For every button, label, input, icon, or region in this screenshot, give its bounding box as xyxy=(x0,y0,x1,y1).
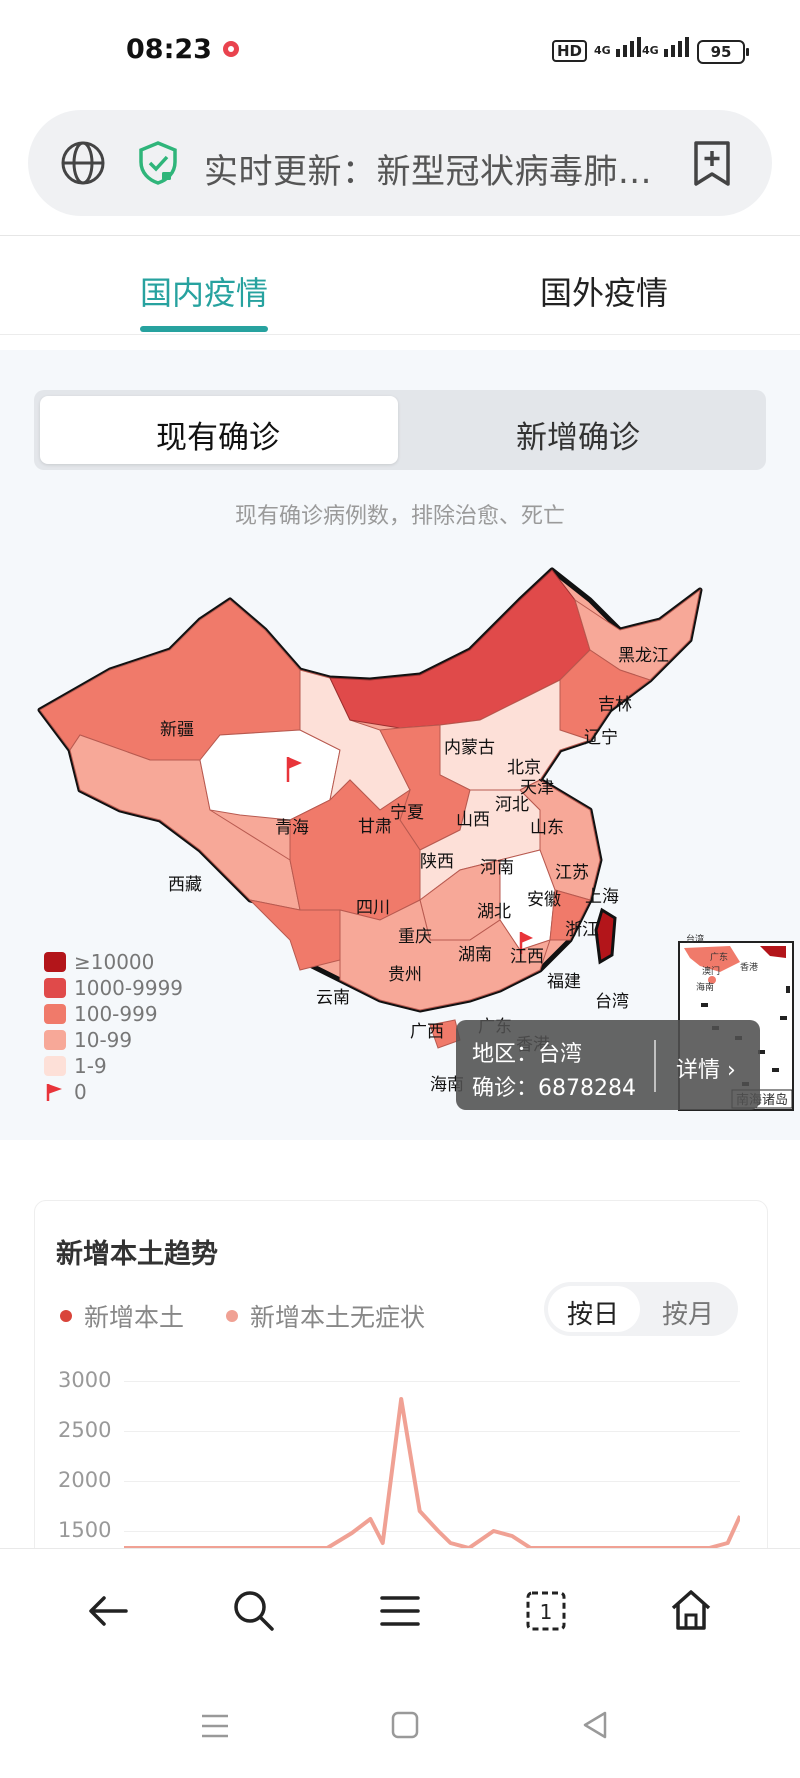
search-icon[interactable] xyxy=(232,1589,276,1633)
label-shanghai: 上海 xyxy=(585,887,619,907)
menu-icon[interactable] xyxy=(378,1593,422,1629)
label-heilongjiang: 黑龙江 xyxy=(618,646,669,666)
label-henan: 河南 xyxy=(480,858,514,878)
legend-item[interactable]: 1-9 xyxy=(44,1054,107,1078)
label-zhejiang: 浙江 xyxy=(565,920,599,940)
url-text[interactable]: 实时更新：新型冠状病毒肺... xyxy=(204,144,652,193)
globe-icon[interactable] xyxy=(60,140,106,186)
tooltip-region: 地区：台湾 xyxy=(472,1042,583,1067)
legend-item[interactable]: 10-99 xyxy=(44,1028,132,1052)
flag-icon xyxy=(46,1084,62,1101)
bookmark-add-icon[interactable] xyxy=(692,140,732,188)
toggle-by-month[interactable]: 按月 xyxy=(662,1294,714,1331)
tabs-count-icon[interactable]: 1 xyxy=(524,1589,568,1633)
label-beijing: 北京 xyxy=(507,758,541,778)
label-jilin: 吉林 xyxy=(598,695,632,715)
legend-local-new[interactable]: 新增本土 xyxy=(60,1298,184,1334)
toggle-by-day[interactable]: 按日 xyxy=(567,1294,619,1331)
y-tick-label: 3000 xyxy=(58,1368,112,1392)
home-icon[interactable] xyxy=(668,1587,714,1633)
recent-apps-icon[interactable] xyxy=(200,1712,230,1740)
signal-strength-icon: 4G xyxy=(594,37,641,57)
label-shanxi: 山西 xyxy=(456,810,490,830)
svg-text:台湾: 台湾 xyxy=(686,933,704,945)
svg-text:广东: 广东 xyxy=(710,951,728,963)
legend-item[interactable]: ≥10000 xyxy=(44,950,154,974)
trend-title: 新增本土趋势 xyxy=(56,1239,218,1270)
label-shandong: 山东 xyxy=(530,818,564,838)
legend-item[interactable]: 0 xyxy=(44,1080,87,1104)
tabs-divider xyxy=(0,334,800,335)
hd-voice-icon: HD xyxy=(552,40,588,62)
browser-toolbar: 1 xyxy=(0,1548,800,1673)
address-bar[interactable]: 实时更新：新型冠状病毒肺... xyxy=(28,110,772,216)
active-tab-indicator xyxy=(140,326,268,332)
label-anhui: 安徽 xyxy=(527,890,561,910)
screen-record-icon xyxy=(223,41,239,57)
header-divider xyxy=(0,235,800,236)
tooltip-separator xyxy=(654,1040,656,1092)
home-nav-icon[interactable] xyxy=(390,1710,420,1740)
label-hubei: 湖北 xyxy=(477,902,511,922)
svg-text:澳门: 澳门 xyxy=(702,965,720,977)
status-time: 08:23 xyxy=(126,34,212,65)
label-xinjiang: 新疆 xyxy=(160,720,194,740)
svg-text:1: 1 xyxy=(540,1600,553,1624)
signal-strength-2-icon: 4G xyxy=(642,37,689,57)
battery-icon: 95 xyxy=(697,40,749,64)
label-guizhou: 贵州 xyxy=(388,965,422,985)
status-bar: 08:23 HD 4G 4G 95 xyxy=(0,0,800,100)
legend-item[interactable]: 1000-9999 xyxy=(44,976,183,1000)
legend-local-asymptomatic[interactable]: 新增本土无症状 xyxy=(226,1298,425,1334)
system-nav-bar xyxy=(0,1672,800,1778)
back-nav-icon[interactable] xyxy=(580,1710,610,1740)
back-arrow-icon[interactable] xyxy=(86,1593,130,1629)
segment-new-confirmed[interactable]: 新增确诊 xyxy=(516,412,640,457)
label-shaanxi: 陕西 xyxy=(420,852,454,872)
tooltip-details-link[interactable]: 详情 › xyxy=(676,1052,736,1084)
label-neimenggu: 内蒙古 xyxy=(444,738,495,758)
label-sichuan: 四川 xyxy=(356,898,390,918)
label-jiangxi: 江西 xyxy=(510,947,544,967)
label-chongqing: 重庆 xyxy=(398,927,432,947)
label-xizang: 西藏 xyxy=(168,875,202,895)
segment-existing-confirmed[interactable]: 现有确诊 xyxy=(156,412,280,457)
tooltip-confirmed: 确诊：6878284 xyxy=(472,1076,636,1101)
map-subtitle: 现有确诊病例数，排除治愈、死亡 xyxy=(234,504,565,529)
label-yunnan: 云南 xyxy=(316,988,350,1008)
label-hebei: 河北 xyxy=(495,795,529,815)
series-line-asymptomatic xyxy=(124,1397,740,1548)
label-liaoning: 辽宁 xyxy=(584,728,618,748)
tab-overseas[interactable]: 国外疫情 xyxy=(540,268,668,314)
y-tick-label: 2500 xyxy=(58,1418,112,1442)
trend-chart[interactable] xyxy=(124,1370,740,1548)
label-guangxi: 广西 xyxy=(410,1022,444,1042)
legend-item[interactable]: 100-999 xyxy=(44,1002,158,1026)
label-jiangsu: 江苏 xyxy=(555,863,589,883)
region-yunnan xyxy=(248,899,341,971)
label-fujian: 福建 xyxy=(547,972,581,992)
shield-check-icon xyxy=(139,141,177,185)
tab-domestic[interactable]: 国内疫情 xyxy=(140,268,268,314)
label-ningxia: 宁夏 xyxy=(390,803,424,823)
label-gansu: 甘肃 xyxy=(358,817,392,837)
svg-text:香港: 香港 xyxy=(740,961,758,973)
y-tick-label: 2000 xyxy=(58,1468,112,1492)
label-hunan: 湖南 xyxy=(458,945,492,965)
svg-text:海南: 海南 xyxy=(696,981,714,993)
label-qinghai: 青海 xyxy=(275,818,309,838)
map-tooltip: 地区：台湾 确诊：6878284 详情 › xyxy=(456,1020,760,1110)
label-taiwan: 台湾 xyxy=(595,992,629,1012)
y-tick-label: 1500 xyxy=(58,1518,112,1542)
